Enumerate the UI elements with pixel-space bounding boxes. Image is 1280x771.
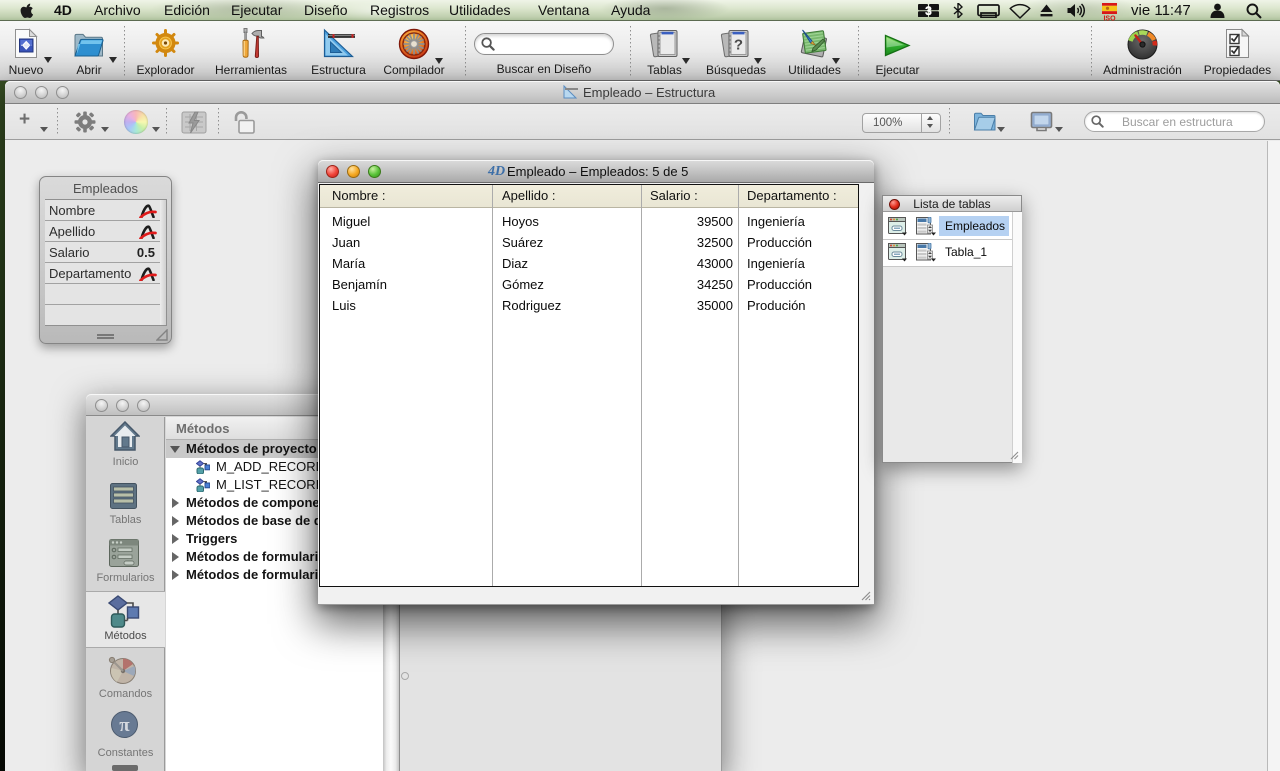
svg-text:3: 3 <box>925 4 932 17</box>
svg-text:?: ? <box>734 37 743 54</box>
svg-text:π: π <box>119 715 130 736</box>
